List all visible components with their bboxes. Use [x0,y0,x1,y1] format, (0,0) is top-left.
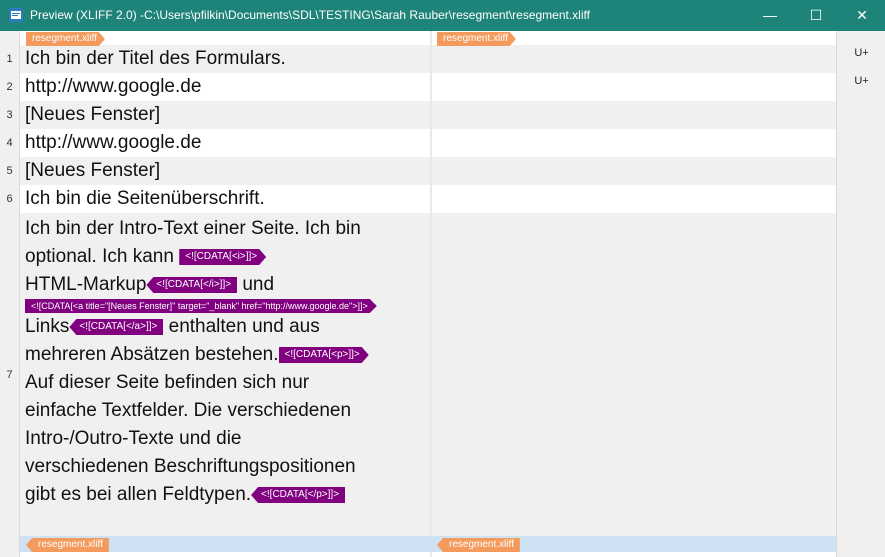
minimize-button[interactable]: — [747,0,793,31]
file-start-tag: resegment.xliff [437,32,516,46]
text-line: optional. Ich kann <![CDATA[<i>]]> [25,243,430,271]
maximize-button[interactable]: ☐ [793,0,839,31]
segment-row-4[interactable]: http://www.google.de [20,129,836,157]
close-button[interactable]: ✕ [839,0,885,31]
text-line: gibt es bei allen Feldtypen. <![CDATA[</p… [25,481,430,509]
row-number: 4 [6,137,13,149]
text-fragment: optional. Ich kann [25,246,174,267]
window-title: Preview (XLIFF 2.0) -C:\Users\pfilkin\Do… [30,8,590,22]
text-line: mehreren Absätzen bestehen. <![CDATA[<p>]… [25,341,430,369]
row-number: 1 [6,53,13,65]
inline-tag[interactable]: <![CDATA[</i>]]> [146,276,238,293]
text-line: Intro-/Outro-Texte und die [25,428,242,449]
inline-tag[interactable]: <![CDATA[<a title="[Neues Fenster]" targ… [25,299,377,313]
inline-tag[interactable]: <![CDATA[<i>]]> [179,249,266,265]
text-fragment: und [242,274,275,295]
source-text: Ich bin der Intro-Text einer Seite. Ich … [25,215,430,509]
text-fragment: mehreren Absätzen bestehen. [25,344,279,365]
text-line: verschiedenen Beschriftungspositionen [25,456,356,477]
row-number: 2 [6,81,13,93]
file-start-tag: resegment.xliff [26,32,105,46]
segment-row-1[interactable]: Ich bin der Titel des Formulars. [20,45,836,73]
column-separator[interactable] [430,31,432,557]
segment-row-2[interactable]: http://www.google.de [20,73,836,101]
status-indicator: U+ [854,47,869,59]
text-line: Ich bin der Intro-Text einer Seite. Ich … [25,218,361,239]
row-number: 5 [6,165,13,177]
row-number: 6 [6,193,13,205]
source-text: Ich bin die Seitenüberschrift. [25,188,265,209]
text-line: <![CDATA[<a title="[Neues Fenster]" targ… [25,299,430,313]
inline-tag[interactable]: <![CDATA[</a>]]> [69,318,164,335]
segment-row-7[interactable]: Ich bin der Intro-Text einer Seite. Ich … [20,213,836,536]
text-line: Auf dieser Seite befinden sich nur [25,372,310,393]
segment-row-5[interactable]: [Neues Fenster] [20,157,836,185]
file-end-tag: resegment.xliff [26,538,109,552]
file-end-row [20,536,836,552]
text-line: einfache Textfelder. Die verschiedenen [25,400,352,421]
text-line: HTML-Markup <![CDATA[</i>]]> und [25,271,430,299]
row-number: 7 [6,369,13,381]
text-fragment: HTML-Markup [25,274,147,295]
file-end-tag: resegment.xliff [437,538,520,552]
status-indicator: U+ [854,75,869,87]
source-text: [Neues Fenster] [25,160,161,181]
status-column: U+ U+ [836,31,885,557]
text-fragment: enthalten und aus [168,316,320,337]
segment-row-6[interactable]: Ich bin die Seitenüberschrift. [20,185,836,213]
inline-tag[interactable]: <![CDATA[</p>]]> [251,486,346,503]
source-text: http://www.google.de [25,132,202,153]
text-fragment: gibt es bei allen Feldtypen. [25,484,252,505]
source-text: http://www.google.de [25,76,202,97]
inline-tag[interactable]: <![CDATA[<p>]]> [279,347,369,363]
source-text: [Neues Fenster] [25,104,161,125]
source-text: Ich bin der Titel des Formulars. [25,48,286,69]
segment-row-3[interactable]: [Neues Fenster] [20,101,836,129]
title-bar: Preview (XLIFF 2.0) -C:\Users\pfilkin\Do… [0,0,885,31]
row-number: 3 [6,109,13,121]
text-line: Links <![CDATA[</a>]]> enthalten und aus [25,313,430,341]
text-fragment: Links [25,316,70,337]
app-icon [9,8,23,22]
segment-grid: Ich bin der Titel des Formulars. http://… [0,31,885,557]
